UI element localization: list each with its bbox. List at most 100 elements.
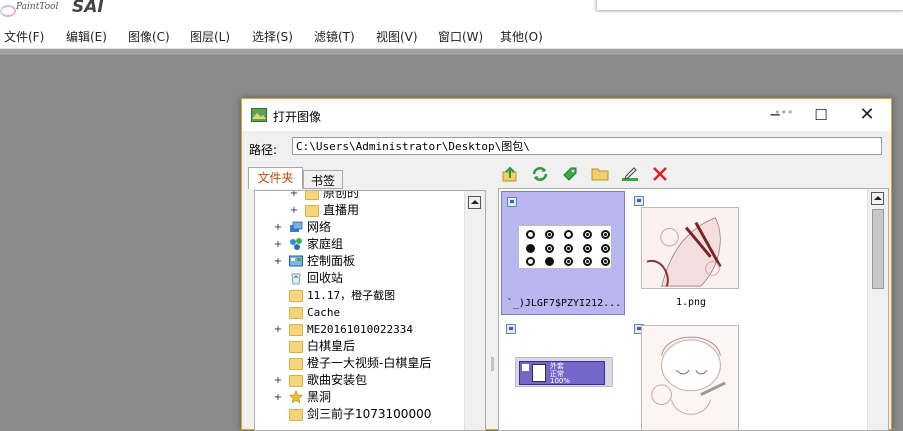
logo-ring-icon xyxy=(0,5,16,17)
tree-item-label: 家庭组 xyxy=(307,237,344,251)
new-folder-icon[interactable] xyxy=(591,165,609,183)
menu-window[interactable]: 窗口(W) xyxy=(438,28,483,45)
minimize-button[interactable]: ─ xyxy=(752,99,798,131)
maximize-button[interactable]: ☐ xyxy=(798,99,844,131)
path-input[interactable]: C:\Users\Administrator\Desktop\图包\ xyxy=(292,137,882,155)
tree-item[interactable]: + ME20161010022334 xyxy=(255,321,465,338)
image-file-icon xyxy=(506,324,516,334)
thumbnail-item[interactable] xyxy=(629,319,753,430)
layer-opacity: 100% xyxy=(550,377,571,385)
recycle-bin-icon xyxy=(291,273,301,285)
brush-shape-icon xyxy=(526,244,535,253)
workspace-top-strip xyxy=(0,49,903,55)
tree-item-label: ME20161010022334 xyxy=(307,323,413,336)
path-label: 路径: xyxy=(249,143,278,157)
app-titlebar: PaintTool SAI xyxy=(0,0,903,24)
expand-toggle[interactable]: + xyxy=(273,389,283,406)
tree-item[interactable]: + 黑洞 xyxy=(255,389,465,406)
control-panel-icon xyxy=(289,255,303,267)
brush-shape-icon xyxy=(601,230,610,239)
folder-icon xyxy=(289,341,303,353)
up-folder-icon[interactable] xyxy=(501,165,519,183)
delete-icon[interactable] xyxy=(651,165,669,183)
menu-other[interactable]: 其他(O) xyxy=(500,28,543,45)
homegroup-icon xyxy=(290,238,302,250)
menu-file[interactable]: 文件(F) xyxy=(4,28,44,45)
scroll-up-button[interactable] xyxy=(468,196,481,209)
menu-image[interactable]: 图像(C) xyxy=(128,28,170,45)
tree-item-label: 橙子一大视频-白棋皇后 xyxy=(307,356,432,370)
layer-name: 外套 xyxy=(550,362,564,370)
dialog-titlebar[interactable]: 打开图像 ••• ─ ☐ ✕ xyxy=(242,99,891,131)
folder-icon xyxy=(289,324,303,336)
thumbnail-image xyxy=(518,225,612,269)
tree-item[interactable]: + 控制面板 xyxy=(255,253,465,270)
menu-select[interactable]: 选择(S) xyxy=(252,28,293,45)
tree-item[interactable]: + 家庭组 xyxy=(255,236,465,253)
menu-edit[interactable]: 编辑(E) xyxy=(66,28,107,45)
menu-layer[interactable]: 图层(L) xyxy=(190,28,230,45)
tree-item[interactable]: 橙子一大视频-白棋皇后 xyxy=(255,355,465,372)
image-file-icon xyxy=(507,197,517,207)
thumbnail-item[interactable]: `_)JLGF7$PZYI212... xyxy=(501,191,625,315)
tree-item[interactable]: 白棋皇后 xyxy=(255,338,465,355)
tree-item[interactable]: + 直播用 xyxy=(255,202,465,219)
tree-item[interactable]: Cache xyxy=(255,304,465,321)
logo-main-text: SAI xyxy=(72,0,104,17)
scroll-up-button[interactable] xyxy=(871,192,884,205)
thumbnail-item[interactable]: 外套 正常 100% xyxy=(501,319,625,430)
tree-item-label: 剑三前子1073100000 xyxy=(307,407,432,421)
tree-item-label: 控制面板 xyxy=(307,254,356,268)
tree-item[interactable]: + 歌曲安装包 xyxy=(255,372,465,389)
thumbnail-scrollbar[interactable] xyxy=(867,189,888,430)
tab-bookmarks[interactable]: 书签 xyxy=(303,170,343,189)
thumbnail-label: 1.png xyxy=(675,297,707,308)
menu-filter[interactable]: 滤镜(T) xyxy=(314,28,355,45)
refresh-icon[interactable] xyxy=(531,165,549,183)
tree-scrollbar[interactable] xyxy=(464,191,485,430)
rename-icon[interactable] xyxy=(621,165,639,183)
expand-toggle[interactable]: + xyxy=(273,219,283,236)
tree-item[interactable]: + 原创的 xyxy=(255,191,465,202)
expand-toggle[interactable]: + xyxy=(273,253,283,270)
folder-icon xyxy=(289,307,303,319)
menu-view[interactable]: 视图(V) xyxy=(376,28,418,45)
expand-toggle[interactable]: + xyxy=(273,236,283,253)
expand-toggle[interactable]: + xyxy=(273,321,283,338)
eye-icon xyxy=(522,364,529,371)
brush-shape-icon xyxy=(601,244,610,253)
tree-item-label: 网络 xyxy=(307,220,332,234)
expand-toggle[interactable]: + xyxy=(289,202,299,219)
thumbnail-label: `_)JLGF7$PZYI212... xyxy=(506,298,622,309)
expand-toggle[interactable]: + xyxy=(289,191,299,202)
scrollbar-thumb[interactable] xyxy=(872,209,884,289)
menu-bar: 文件(F) 编辑(E) 图像(C) 图层(L) 选择(S) 滤镜(T) 视图(V… xyxy=(0,24,903,49)
tree-item[interactable]: + 网络 xyxy=(255,219,465,236)
thumbnail-image: 外套 正常 100% xyxy=(515,357,613,387)
tree-item[interactable]: 回收站 xyxy=(255,270,465,287)
brush-shape-icon xyxy=(583,230,592,239)
overlapping-window-edge xyxy=(596,0,903,10)
tree-item-label: 白棋皇后 xyxy=(307,339,356,353)
tab-folders[interactable]: 文件夹 xyxy=(248,167,303,189)
tree-item-label: 歌曲安装包 xyxy=(307,373,368,387)
tree-item[interactable]: 剑三前子1073100000 xyxy=(255,406,465,423)
thumbnail-grid: `_)JLGF7$PZYI212... 1.png 外套 正常 100% xyxy=(498,188,889,431)
expand-toggle[interactable]: + xyxy=(273,372,283,389)
close-button[interactable]: ✕ xyxy=(844,99,890,131)
folder-icon xyxy=(305,205,319,217)
bookmark-icon[interactable] xyxy=(561,165,579,183)
tree-item-label: 回收站 xyxy=(307,271,344,285)
brush-shape-icon xyxy=(526,257,535,266)
splitter-handle[interactable] xyxy=(491,357,494,371)
folder-icon xyxy=(305,191,319,200)
brush-shape-icon xyxy=(545,244,554,253)
brush-shape-icon xyxy=(564,257,573,266)
layer-thumb-icon xyxy=(532,364,546,382)
app-logo: PaintTool SAI xyxy=(0,0,130,22)
tree-item[interactable]: 11.17，橙子截图 xyxy=(255,287,465,304)
thumbnail-item[interactable]: 1.png xyxy=(629,191,753,315)
image-file-icon xyxy=(634,196,644,206)
brush-shape-icon xyxy=(545,257,554,266)
brush-shape-icon xyxy=(564,230,573,239)
